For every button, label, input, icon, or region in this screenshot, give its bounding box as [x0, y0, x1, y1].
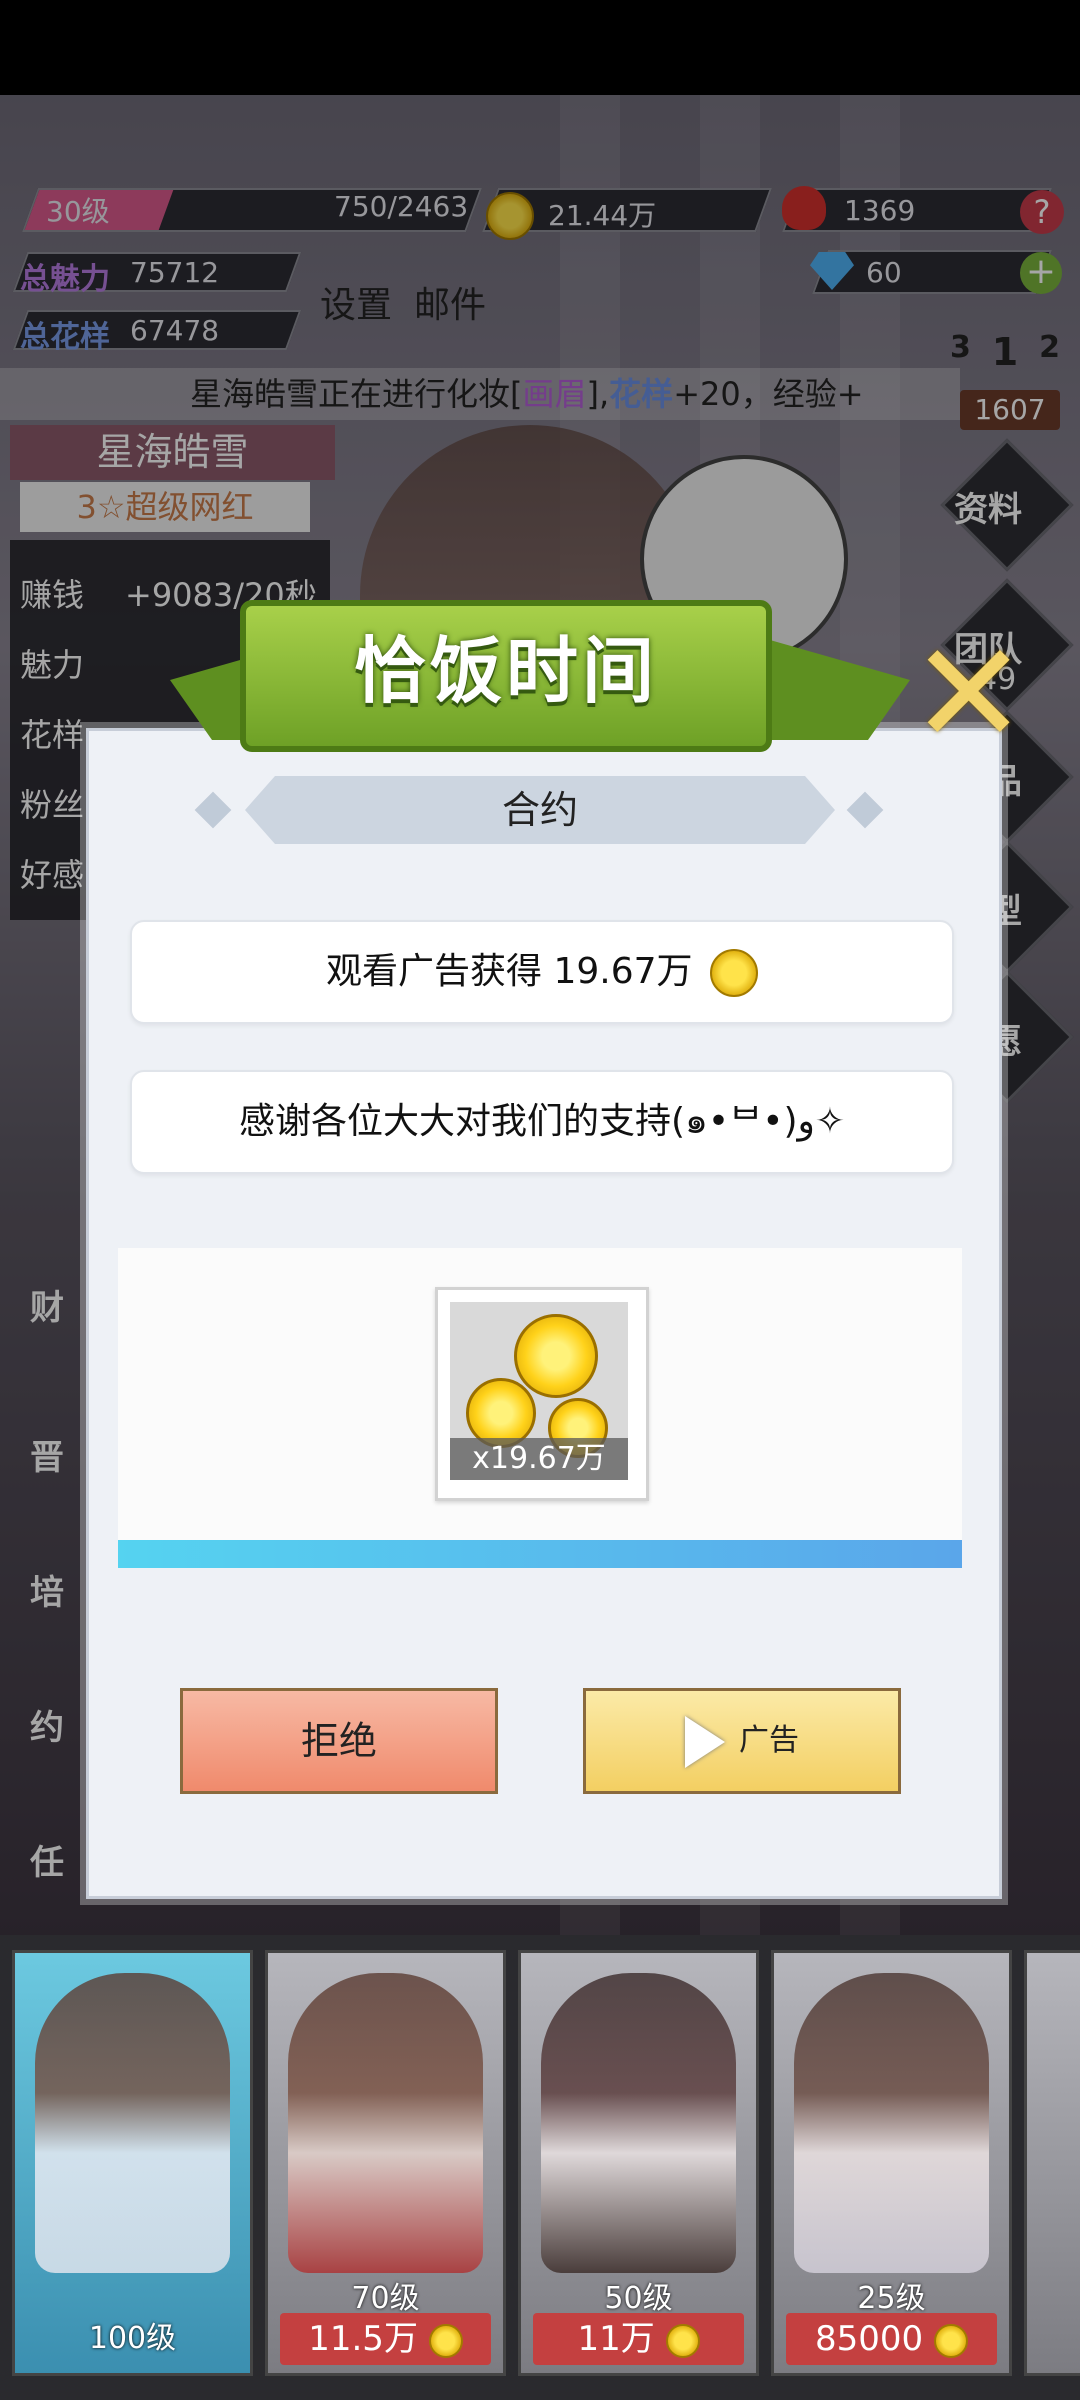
card-4-price[interactable]: 85000	[786, 2313, 997, 2365]
reward-item-slot[interactable]: x19.67万	[435, 1287, 649, 1501]
card-4-portrait	[794, 1973, 989, 2273]
coin-icon	[933, 2323, 968, 2358]
card-2-level: 70级	[351, 2281, 420, 2316]
close-icon[interactable]: ✕	[910, 625, 1027, 765]
contract-title: 合约	[245, 776, 835, 844]
card-3-price-value: 11万	[577, 2319, 655, 2359]
card-2-price-value: 11.5万	[308, 2319, 418, 2359]
card-2-portrait	[288, 1973, 483, 2273]
refuse-button[interactable]: 拒绝	[180, 1688, 498, 1794]
watch-ad-button[interactable]: 广告	[583, 1688, 901, 1794]
card-3-level: 50级	[604, 2281, 673, 2316]
watch-ad-reward-label: 观看广告获得 19.67万	[326, 951, 693, 992]
reward-item-image: x19.67万	[450, 1302, 628, 1480]
card-3-price[interactable]: 11万	[533, 2313, 744, 2365]
dialog-banner: 恰饭时间	[240, 600, 772, 752]
character-card-5[interactable]	[1024, 1950, 1080, 2376]
card-1-level: 100级	[88, 2321, 177, 2356]
coin-icon	[428, 2323, 463, 2358]
card-3-portrait	[541, 1973, 736, 2273]
character-card-1[interactable]: 100级	[12, 1950, 253, 2376]
status-bar	[0, 0, 1080, 95]
watch-ad-label: 广告	[739, 1723, 799, 1758]
coin-icon	[665, 2323, 700, 2358]
character-card-3[interactable]: 50级 11万	[518, 1950, 759, 2376]
card-2-price[interactable]: 11.5万	[280, 2313, 491, 2365]
card-1-portrait	[35, 1973, 230, 2273]
gold-coin-icon	[514, 1314, 598, 1398]
character-card-2[interactable]: 70级 11.5万	[265, 1950, 506, 2376]
thanks-message: 感谢各位大大对我们的支持(๑•ᄇ•)و✧	[130, 1070, 954, 1174]
character-card-4[interactable]: 25级 85000	[771, 1950, 1012, 2376]
reward-progress-strip	[118, 1540, 962, 1568]
play-icon	[685, 1715, 725, 1768]
gold-coin-icon	[709, 949, 758, 997]
card-4-level: 25级	[857, 2281, 926, 2316]
reward-item-count: x19.67万	[450, 1438, 628, 1480]
card-4-price-value: 85000	[815, 2319, 924, 2359]
watch-ad-reward-text: 观看广告获得 19.67万	[130, 920, 954, 1024]
